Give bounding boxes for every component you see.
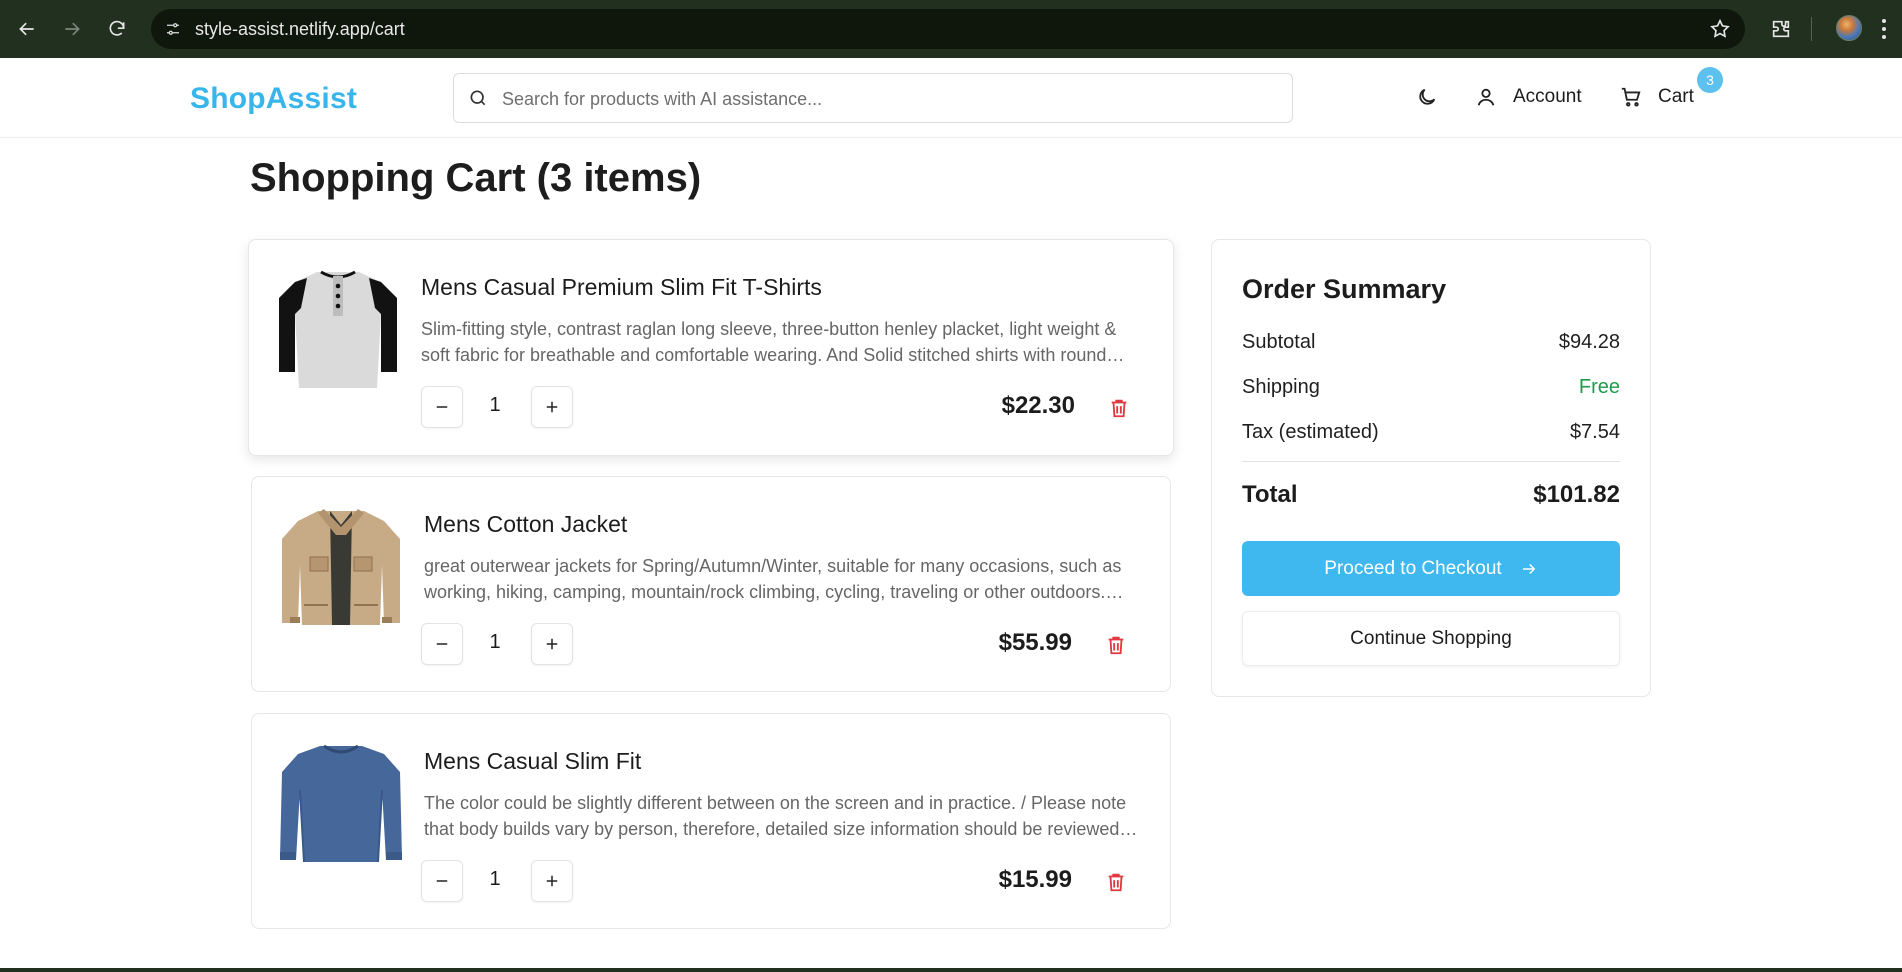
product-description: great outerwear jackets for Spring/Autum… [424, 556, 1122, 602]
trash-icon [1108, 636, 1124, 655]
tax-row: Tax (estimated) $7.54 [1242, 421, 1620, 444]
increase-quantity-button[interactable] [531, 386, 573, 428]
extensions-button[interactable] [1766, 14, 1796, 44]
cart-item: Mens Casual Slim Fit The color could be … [251, 713, 1171, 929]
bookmark-star-icon [1710, 18, 1730, 38]
quantity-value: 1 [489, 631, 501, 653]
cart-link[interactable]: Cart [1620, 80, 1694, 114]
forward-arrow-icon [65, 22, 80, 36]
forward-button[interactable] [54, 11, 90, 47]
subtotal-value: $94.28 [1558, 331, 1620, 353]
decrease-quantity-button[interactable] [421, 860, 463, 902]
product-name[interactable]: Mens Casual Slim Fit [424, 748, 641, 775]
product-price: $15.99 [998, 866, 1072, 893]
account-label: Account [1513, 86, 1582, 107]
tax-value: $7.54 [1569, 421, 1620, 443]
search-input[interactable] [502, 86, 1272, 112]
shipping-row: Shipping Free [1242, 376, 1620, 399]
minus-icon [436, 880, 448, 882]
shipping-value: Free [1578, 376, 1620, 398]
product-name[interactable]: Mens Casual Premium Slim Fit T-Shirts [421, 274, 822, 301]
tax-label: Tax (estimated) [1242, 421, 1379, 443]
site-info-button[interactable] [161, 17, 185, 41]
product-name[interactable]: Mens Cotton Jacket [424, 511, 627, 538]
minus-icon [436, 643, 448, 645]
page-title: Shopping Cart (3 items) [250, 156, 702, 200]
subtotal-label: Subtotal [1242, 331, 1316, 353]
reload-icon [109, 20, 125, 36]
site-header: ShopAssist Account Cart [0, 58, 1902, 138]
moon-icon [1419, 88, 1436, 105]
cart-item: Mens Casual Premium Slim Fit T-Shirts Sl… [248, 239, 1174, 456]
back-arrow-icon [19, 22, 34, 36]
product-image[interactable] [277, 268, 399, 390]
theme-toggle-button[interactable] [1412, 82, 1442, 112]
minus-icon [436, 406, 448, 408]
proceed-to-checkout-button[interactable]: Proceed to Checkout [1242, 541, 1620, 596]
plus-icon [546, 875, 558, 887]
shipping-label: Shipping [1242, 376, 1320, 398]
trash-icon [1108, 873, 1124, 892]
total-row: Total $101.82 [1242, 481, 1620, 509]
total-label: Total [1242, 481, 1298, 508]
reload-button[interactable] [99, 11, 135, 47]
product-description: Slim-fitting style, contrast raglan long… [421, 319, 1117, 365]
cart-icon [1621, 87, 1641, 107]
cart-count-badge: 3 [1697, 67, 1723, 93]
chrome-menu-icon[interactable] [1878, 16, 1890, 42]
account-link[interactable]: Account [1475, 80, 1582, 114]
product-image[interactable] [280, 505, 402, 627]
address-bar[interactable]: style-assist.netlify.app/cart [151, 9, 1745, 49]
trash-icon [1111, 399, 1127, 418]
decrease-quantity-button[interactable] [421, 386, 463, 428]
remove-item-button[interactable] [1103, 632, 1129, 658]
continue-shopping-button[interactable]: Continue Shopping [1242, 611, 1620, 666]
site-logo[interactable]: ShopAssist [190, 82, 357, 116]
increase-quantity-button[interactable] [531, 860, 573, 902]
quantity-value: 1 [489, 868, 501, 890]
increase-quantity-button[interactable] [531, 623, 573, 665]
plus-icon [546, 401, 558, 413]
total-value: $101.82 [1533, 481, 1620, 508]
order-summary: Order Summary Subtotal $94.28 Shipping F… [1211, 239, 1651, 697]
bookmark-button[interactable] [1709, 18, 1731, 40]
quantity-value: 1 [489, 394, 501, 416]
search-icon [468, 88, 490, 110]
url-text[interactable]: style-assist.netlify.app/cart [195, 19, 405, 40]
product-image[interactable] [280, 742, 402, 864]
extensions-icon [1772, 20, 1790, 38]
cart-item: Mens Cotton Jacket great outerwear jacke… [251, 476, 1171, 692]
remove-item-button[interactable] [1103, 869, 1129, 895]
product-description: The color could be slightly different be… [424, 793, 1127, 839]
remove-item-button[interactable] [1106, 395, 1132, 421]
arrow-right-icon [1522, 563, 1536, 574]
checkout-label: Proceed to Checkout [1324, 557, 1502, 579]
product-price: $55.99 [998, 629, 1072, 656]
user-icon [1477, 88, 1495, 106]
browser-toolbar: style-assist.netlify.app/cart [0, 0, 1902, 58]
subtotal-row: Subtotal $94.28 [1242, 331, 1620, 354]
back-button[interactable] [9, 11, 45, 47]
site-info-icon [167, 23, 179, 35]
cart-label: Cart [1658, 86, 1694, 107]
continue-label: Continue Shopping [1350, 627, 1512, 649]
search-box[interactable] [453, 73, 1293, 123]
product-price: $22.30 [1001, 392, 1075, 419]
decrease-quantity-button[interactable] [421, 623, 463, 665]
window-bottom-edge [0, 968, 1902, 972]
order-summary-title: Order Summary [1242, 274, 1447, 304]
summary-divider [1242, 461, 1620, 462]
profile-avatar[interactable] [1836, 15, 1862, 41]
toolbar-divider [1811, 17, 1812, 41]
plus-icon [546, 638, 558, 650]
